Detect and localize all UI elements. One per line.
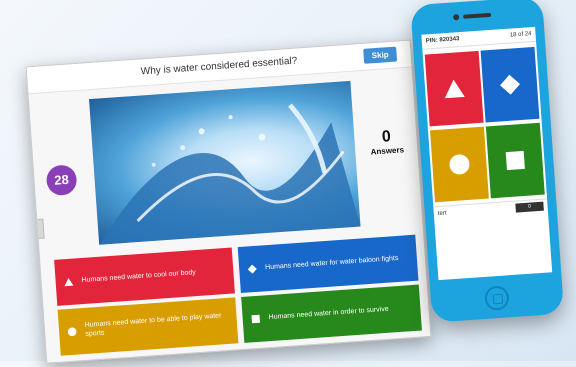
phone-bottom-bar: tert 0 bbox=[433, 198, 549, 222]
answer-text: Humans need water to cool our body bbox=[81, 268, 196, 284]
answer-text: Humans need water in order to survive bbox=[268, 305, 389, 321]
answer-button-triangle[interactable] bbox=[424, 50, 484, 127]
question-image bbox=[88, 80, 361, 245]
speaker-grille bbox=[463, 12, 492, 19]
countdown-timer: 28 bbox=[45, 164, 78, 197]
question-bar: Why is water considered essential? Skip bbox=[26, 40, 412, 95]
answer-option-3[interactable]: Humans need water to be able to play wat… bbox=[57, 297, 239, 356]
triangle-icon bbox=[63, 277, 74, 288]
answer-button-square[interactable] bbox=[485, 122, 545, 199]
scene: Why is water considered essential? Skip … bbox=[3, 0, 576, 367]
answer-option-4[interactable]: Humans need water in order to survive bbox=[241, 284, 422, 343]
phone-screen: PIN: 820343 18 of 24 tert 0 bbox=[421, 26, 553, 281]
skip-button[interactable]: Skip bbox=[363, 46, 398, 64]
answer-button-diamond[interactable] bbox=[480, 46, 540, 123]
answer-option-1[interactable]: Humans need water to cool our body bbox=[54, 247, 235, 306]
camera-icon bbox=[452, 14, 460, 21]
answer-option-2[interactable]: Humans need water for water baloon fight… bbox=[237, 234, 419, 293]
answer-text: Humans need water to be able to play wat… bbox=[84, 312, 222, 338]
player-nickname: tert bbox=[437, 210, 447, 218]
question-text: Why is water considered essential? bbox=[140, 55, 298, 78]
answer-grid: Humans need water to cool our body Human… bbox=[54, 234, 424, 358]
square-icon bbox=[250, 314, 261, 325]
player-phone: PIN: 820343 18 of 24 tert 0 bbox=[410, 0, 565, 323]
host-quiz-screen: Why is water considered essential? Skip … bbox=[25, 39, 432, 364]
triangle-icon bbox=[444, 79, 465, 99]
answers-counter: 0 Answers bbox=[362, 127, 412, 157]
game-pin: PIN: 820343 bbox=[425, 36, 460, 45]
circle-icon bbox=[67, 327, 78, 338]
phone-top-bar: PIN: 820343 18 of 24 bbox=[421, 26, 537, 50]
square-icon bbox=[505, 150, 525, 171]
answers-label: Answers bbox=[370, 145, 405, 157]
circle-icon bbox=[449, 154, 470, 175]
answer-button-circle[interactable] bbox=[430, 126, 489, 203]
home-button[interactable] bbox=[484, 285, 510, 311]
answer-text: Humans need water for water baloon fight… bbox=[264, 254, 399, 271]
diamond-icon bbox=[500, 74, 520, 95]
side-collapse-tab[interactable] bbox=[37, 218, 45, 239]
diamond-icon bbox=[247, 264, 258, 275]
player-score: 0 bbox=[515, 201, 544, 213]
question-progress: 18 of 24 bbox=[509, 31, 532, 39]
